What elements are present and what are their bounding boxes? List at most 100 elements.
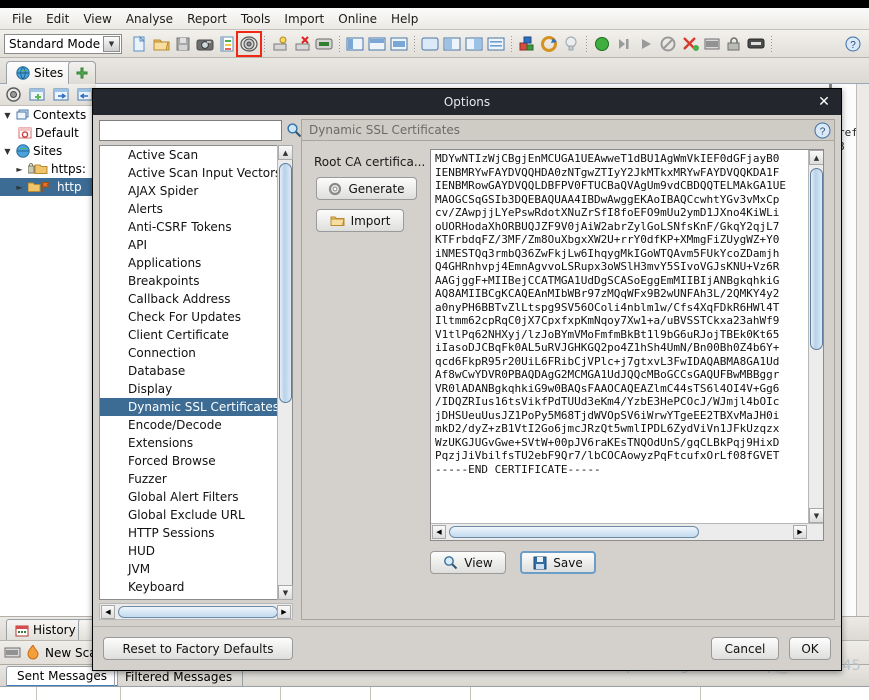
search-input[interactable] <box>99 119 282 141</box>
list-item[interactable]: Database <box>100 362 292 380</box>
menu-help[interactable]: Help <box>384 10 425 28</box>
tab-add-left[interactable] <box>68 61 96 84</box>
certificate-textarea[interactable]: MDYwNTIzWjCBgjEnMCUGA1UEAwweT1dBU1AgWmVk… <box>430 149 824 541</box>
list-item[interactable]: AJAX Spider <box>100 182 292 200</box>
options-list-vscrollbar[interactable]: ▲ ▼ <box>277 145 293 600</box>
update-icon[interactable] <box>539 34 559 54</box>
tree-node-https[interactable]: ► https: <box>0 160 96 178</box>
reset-to-factory-defaults-button[interactable]: Reset to Factory Defaults <box>103 637 293 660</box>
chevron-down-icon[interactable]: ▼ <box>103 35 120 52</box>
scroll-up-icon[interactable]: ▲ <box>809 150 823 165</box>
list-item[interactable]: Active Scan <box>100 146 292 164</box>
tree-node-default[interactable]: Default <box>0 124 96 142</box>
view-button[interactable]: View <box>430 551 506 574</box>
list-item[interactable]: Global Alert Filters <box>100 488 292 506</box>
hscroll-thumb[interactable] <box>449 526 699 538</box>
session-properties-icon[interactable] <box>217 34 237 54</box>
scroll-down-icon[interactable]: ▼ <box>809 508 823 523</box>
menu-view[interactable]: View <box>76 10 118 28</box>
scroll-up-icon[interactable]: ▲ <box>278 145 293 160</box>
list-item[interactable]: Callback Address <box>100 290 292 308</box>
scroll-down-icon[interactable]: ▼ <box>278 585 293 600</box>
tree-node-contexts[interactable]: ▼ Contexts <box>0 106 96 124</box>
help-circle-icon[interactable]: ? <box>843 34 863 54</box>
mode-green-icon[interactable] <box>592 34 612 54</box>
step-icon[interactable] <box>614 34 634 54</box>
stop-icon[interactable] <box>658 34 678 54</box>
list-item[interactable]: Forced Browse <box>100 452 292 470</box>
callback-icon[interactable] <box>746 34 766 54</box>
menu-edit[interactable]: Edit <box>39 10 76 28</box>
list-item[interactable]: JVM <box>100 560 292 578</box>
list-item[interactable]: Client Certificate <box>100 326 292 344</box>
ok-button[interactable]: OK <box>789 637 831 660</box>
cut-scan-icon[interactable] <box>680 34 700 54</box>
list-item[interactable]: Encode/Decode <box>100 416 292 434</box>
menu-tools[interactable]: Tools <box>234 10 278 28</box>
list-item[interactable]: API <box>100 236 292 254</box>
list-item[interactable]: Active Scan Input Vectors <box>100 164 292 182</box>
cancel-button[interactable]: Cancel <box>711 637 779 660</box>
expand-all-icon[interactable] <box>486 34 506 54</box>
addons-icon[interactable] <box>517 34 537 54</box>
search-icon[interactable] <box>286 122 302 138</box>
delete-addon-icon[interactable] <box>292 34 312 54</box>
hscroll-thumb[interactable] <box>118 606 278 618</box>
twisty-icon[interactable]: ► <box>14 165 25 174</box>
vscroll-thumb[interactable] <box>279 163 292 403</box>
tree-node-sites[interactable]: ▼ Sites <box>0 142 96 160</box>
list-item[interactable]: Keyboard <box>100 578 292 596</box>
twisty-icon[interactable]: ▼ <box>2 111 13 120</box>
expand-left-icon[interactable] <box>442 34 462 54</box>
list-item[interactable]: Applications <box>100 254 292 272</box>
open-session-icon[interactable] <box>151 34 171 54</box>
list-item[interactable]: Extensions <box>100 434 292 452</box>
menu-report[interactable]: Report <box>180 10 234 28</box>
twisty-icon[interactable]: ▼ <box>2 147 13 156</box>
workspace-scrollbar[interactable] <box>856 84 869 616</box>
list-item[interactable]: Alerts <box>100 200 292 218</box>
new-context-icon[interactable] <box>27 85 47 105</box>
layout-single-icon[interactable] <box>345 34 365 54</box>
list-item[interactable]: HTTP Sessions <box>100 524 292 542</box>
vscroll-thumb[interactable] <box>810 168 823 350</box>
layout-split-icon[interactable] <box>367 34 387 54</box>
expand-right-icon[interactable] <box>464 34 484 54</box>
list-item-selected[interactable]: Dynamic SSL Certificates <box>100 398 292 416</box>
certificate-vscrollbar[interactable]: ▲ ▼ <box>808 150 823 523</box>
import-context-icon[interactable] <box>51 85 71 105</box>
list-item[interactable]: Check For Updates <box>100 308 292 326</box>
scroll-right-icon[interactable]: ▶ <box>277 605 291 619</box>
list-item[interactable]: Fuzzer <box>100 470 292 488</box>
menu-file[interactable]: File <box>5 10 39 28</box>
menu-analyse[interactable]: Analyse <box>119 10 180 28</box>
help-circle-icon[interactable]: ? <box>814 122 831 139</box>
list-item[interactable]: Global Exclude URL <box>100 506 292 524</box>
list-item[interactable]: Breakpoints <box>100 272 292 290</box>
new-scan-label[interactable]: New Sca <box>45 646 97 660</box>
import-button[interactable]: Import <box>316 209 404 232</box>
twisty-icon[interactable]: ► <box>14 183 25 192</box>
lock-icon[interactable] <box>724 34 744 54</box>
close-icon[interactable]: ✕ <box>815 93 833 111</box>
save-session-icon[interactable] <box>173 34 193 54</box>
layout-full-icon[interactable] <box>389 34 409 54</box>
menu-import[interactable]: Import <box>277 10 331 28</box>
certificate-hscrollbar[interactable]: ◀ ▶ <box>431 523 823 540</box>
list-item[interactable]: HUD <box>100 542 292 560</box>
generate-button[interactable]: Generate <box>316 177 417 200</box>
snapshot-icon[interactable] <box>195 34 215 54</box>
tab-sites[interactable]: Sites <box>6 61 74 84</box>
scroll-right-icon[interactable]: ▶ <box>793 525 807 539</box>
expand-panel-icon[interactable] <box>420 34 440 54</box>
new-session-icon[interactable] <box>129 34 149 54</box>
options-list[interactable]: Active Scan Active Scan Input Vectors AJ… <box>99 145 293 600</box>
manage-addons-icon[interactable] <box>270 34 290 54</box>
list-item[interactable]: Connection <box>100 344 292 362</box>
options-list-hscrollbar[interactable]: ◀ ▶ <box>99 603 293 620</box>
target-icon[interactable] <box>3 85 23 105</box>
options-gear-icon[interactable] <box>236 30 262 57</box>
save-button[interactable]: Save <box>520 551 596 574</box>
scroll-left-icon[interactable]: ◀ <box>101 605 115 619</box>
tip-icon[interactable] <box>561 34 581 54</box>
